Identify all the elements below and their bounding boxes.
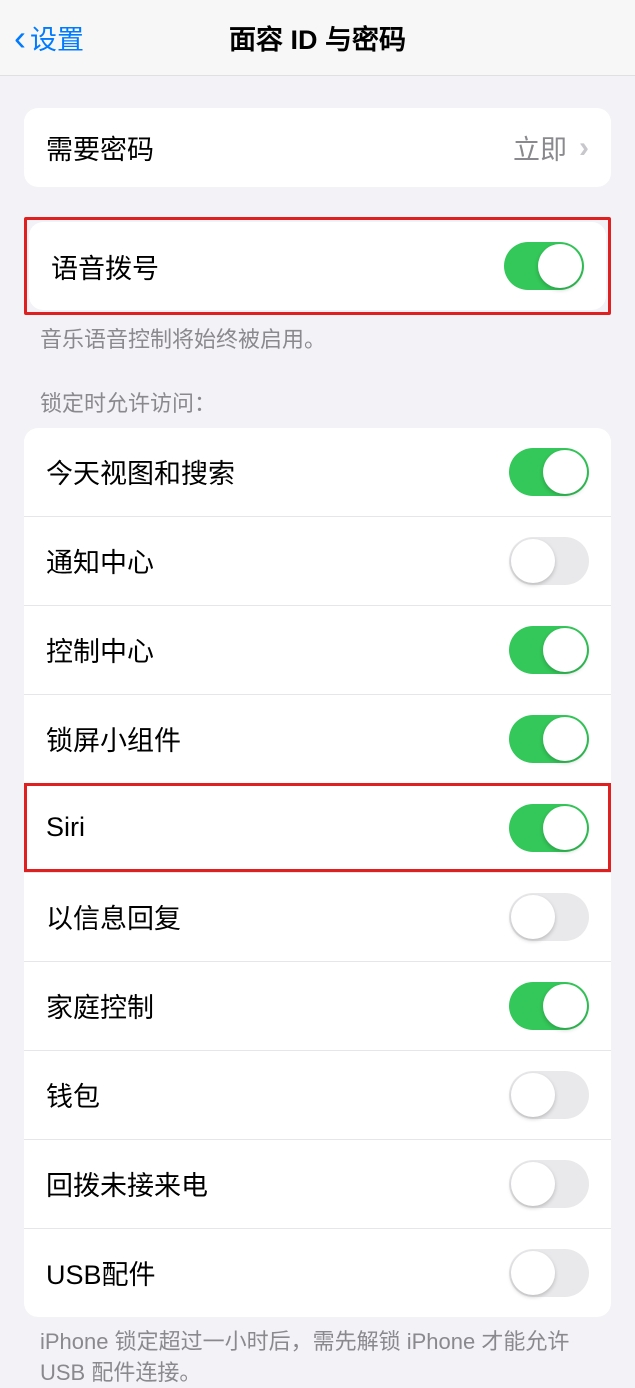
voice-dial-footer: 音乐语音控制将始终被启用。 <box>0 315 635 356</box>
lock-item-toggle-siri[interactable] <box>509 804 589 852</box>
lock-item-lockscreen-widgets: 锁屏小组件 <box>24 694 611 783</box>
lock-item-siri: Siri <box>24 783 611 872</box>
lock-item-label: 今天视图和搜索 <box>46 452 235 491</box>
header-bar: ‹ 设置 面容 ID 与密码 <box>0 0 635 76</box>
lock-item-toggle-lockscreen-widgets[interactable] <box>509 715 589 763</box>
lock-item-toggle-today[interactable] <box>509 448 589 496</box>
lock-item-toggle-home-control[interactable] <box>509 982 589 1030</box>
page-title: 面容 ID 与密码 <box>229 18 406 57</box>
lock-item-toggle-return-missed-calls[interactable] <box>509 1160 589 1208</box>
lock-item-label: 以信息回复 <box>46 897 181 936</box>
toggle-knob <box>511 539 555 583</box>
lock-item-label: 钱包 <box>46 1075 100 1114</box>
lock-item-label: USB配件 <box>46 1253 156 1292</box>
voice-dial-toggle[interactable] <box>504 242 584 290</box>
voice-dial-row: 语音拨号 <box>29 222 606 310</box>
require-passcode-value-wrap: 立即 › <box>513 128 589 167</box>
lock-item-wallet: 钱包 <box>24 1050 611 1139</box>
chevron-right-icon: › <box>579 131 589 165</box>
require-passcode-label: 需要密码 <box>46 128 154 167</box>
toggle-knob <box>543 717 587 761</box>
back-label: 设置 <box>30 18 84 57</box>
toggle-knob <box>511 895 555 939</box>
toggle-knob <box>543 450 587 494</box>
toggle-knob <box>511 1073 555 1117</box>
chevron-left-icon: ‹ <box>14 20 26 56</box>
lock-item-label: 回拨未接来电 <box>46 1164 208 1203</box>
voice-dial-label: 语音拨号 <box>51 247 159 286</box>
voice-dial-highlight: 语音拨号 <box>24 217 611 315</box>
toggle-knob <box>511 1162 555 1206</box>
lock-item-toggle-reply-with-message[interactable] <box>509 893 589 941</box>
toggle-knob <box>543 806 587 850</box>
toggle-knob <box>511 1251 555 1295</box>
lock-item-toggle-notification-center[interactable] <box>509 537 589 585</box>
require-passcode-value: 立即 <box>513 128 567 167</box>
lock-item-toggle-wallet[interactable] <box>509 1071 589 1119</box>
lock-item-control-center: 控制中心 <box>24 605 611 694</box>
lock-item-label: Siri <box>46 812 85 843</box>
lock-item-toggle-usb-accessories[interactable] <box>509 1249 589 1297</box>
lock-item-return-missed-calls: 回拨未接来电 <box>24 1139 611 1228</box>
lock-items-list: 今天视图和搜索通知中心控制中心锁屏小组件 Siri 以信息回复家庭控制钱包回拨未接来… <box>24 428 611 1317</box>
lock-item-home-control: 家庭控制 <box>24 961 611 1050</box>
toggle-knob <box>543 628 587 672</box>
lock-item-today: 今天视图和搜索 <box>24 428 611 516</box>
lock-item-usb-accessories: USB配件 <box>24 1228 611 1317</box>
lock-item-reply-with-message: 以信息回复 <box>24 872 611 961</box>
lock-section-header: 锁定时允许访问： <box>0 386 635 428</box>
lock-item-notification-center: 通知中心 <box>24 516 611 605</box>
lock-item-label: 锁屏小组件 <box>46 719 181 758</box>
toggle-knob <box>538 244 582 288</box>
lock-section-footer: iPhone 锁定超过一小时后，需先解锁 iPhone 才能允许 USB 配件连… <box>0 1317 635 1388</box>
toggle-knob <box>543 984 587 1028</box>
back-button[interactable]: ‹ 设置 <box>0 18 84 57</box>
lock-item-label: 控制中心 <box>46 630 154 669</box>
lock-item-label: 通知中心 <box>46 541 154 580</box>
require-passcode-row[interactable]: 需要密码 立即 › <box>24 108 611 187</box>
lock-item-toggle-control-center[interactable] <box>509 626 589 674</box>
lock-item-label: 家庭控制 <box>46 986 154 1025</box>
